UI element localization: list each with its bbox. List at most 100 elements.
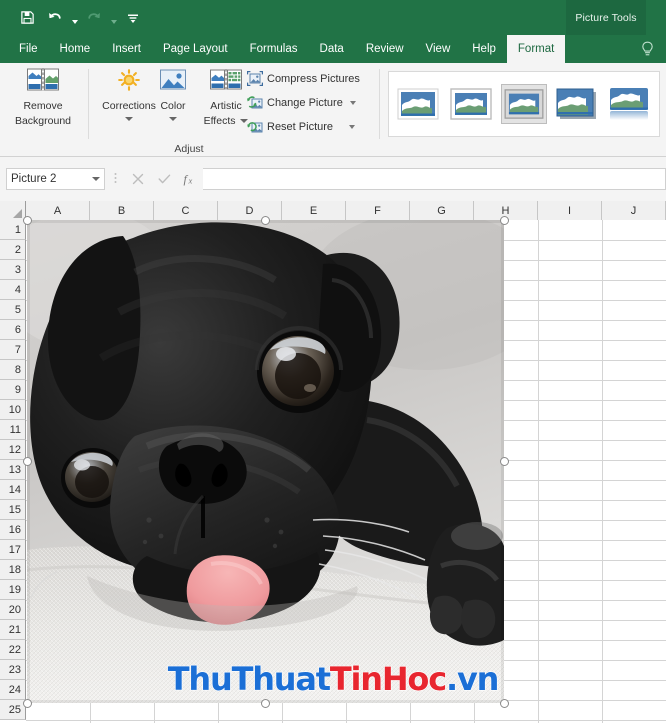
row-header-18[interactable]: 18 — [0, 560, 26, 580]
ribbon-tab-label: Page Layout — [162, 43, 228, 55]
name-box-dropdown-icon[interactable] — [92, 177, 100, 181]
undo-dropdown-icon[interactable] — [70, 5, 79, 31]
ribbon-tab-format[interactable]: Format — [506, 35, 566, 63]
picture-handle-top-left[interactable] — [22, 215, 32, 225]
row-header-14[interactable]: 14 — [0, 480, 26, 500]
tell-me-lightbulb-icon[interactable] — [632, 35, 662, 63]
picture-handle-top-right[interactable] — [499, 215, 509, 225]
select-all-corner[interactable] — [0, 201, 26, 220]
worksheet-grid[interactable]: ABCDEFGHIJ 1 2 3 4 5 6 7 8 9 10 11 12 13 14 15 16 17 18 19… — [0, 201, 666, 723]
row-header-7[interactable]: 7 — [0, 340, 26, 360]
ribbon-tab-view[interactable]: View — [415, 35, 462, 63]
ribbon-tab-label: Help — [472, 43, 496, 55]
row-header-2[interactable]: 2 — [0, 240, 26, 260]
confirm-check-icon[interactable] — [151, 168, 177, 190]
picture-style-simple-frame-white[interactable] — [395, 84, 440, 124]
ribbon-tab-review[interactable]: Review — [355, 35, 415, 63]
row-header-20[interactable]: 20 — [0, 600, 26, 620]
picture-handle-bottom-center[interactable] — [261, 698, 270, 708]
row-header-23[interactable]: 23 — [0, 660, 26, 680]
title-bar: Picture Tools — [0, 0, 666, 35]
picture-handle-bottom-right[interactable] — [499, 698, 509, 708]
row-header-22[interactable]: 22 — [0, 640, 26, 660]
row-header-8[interactable]: 8 — [0, 360, 26, 380]
row-header-3[interactable]: 3 — [0, 260, 26, 280]
row-header-5[interactable]: 5 — [0, 300, 26, 320]
picture-handle-middle-right[interactable] — [499, 457, 509, 466]
artistic-effects-button[interactable]: Artistic Effects — [198, 67, 254, 127]
column-header-C[interactable]: C — [154, 201, 218, 220]
compress-pictures-button[interactable]: Compress Pictures — [247, 71, 360, 87]
customize-qat-icon[interactable] — [120, 5, 146, 31]
row-header-1[interactable]: 1 — [0, 220, 26, 240]
column-header-F[interactable]: F — [346, 201, 410, 220]
excel-window: Picture Tools File Home Insert Page Layout F… — [0, 0, 666, 723]
column-header-I[interactable]: I — [538, 201, 602, 220]
column-header-B[interactable]: B — [90, 201, 154, 220]
redo-icon — [81, 5, 107, 31]
compress-pictures-icon — [247, 71, 263, 86]
picture-object[interactable] — [27, 220, 504, 703]
column-header-E[interactable]: E — [282, 201, 346, 220]
row-header-17[interactable]: 17 — [0, 540, 26, 560]
artistic-effects-label-1: Artistic — [210, 100, 242, 112]
row-header-13[interactable]: 13 — [0, 460, 26, 480]
name-box[interactable]: Picture 2 — [6, 168, 105, 190]
ribbon-divider — [88, 69, 89, 139]
ribbon-tab-insert[interactable]: Insert — [101, 35, 152, 63]
ribbon-body: Remove Background Corrections Color Arti… — [0, 63, 666, 157]
column-header-G[interactable]: G — [410, 201, 474, 220]
reset-picture-label: Reset Picture — [267, 121, 334, 133]
grid-vline — [602, 220, 603, 723]
row-header-10[interactable]: 10 — [0, 400, 26, 420]
ribbon-tab-label: Review — [365, 43, 404, 55]
change-picture-dropdown-icon[interactable] — [349, 101, 356, 105]
cancel-x-icon[interactable] — [125, 168, 151, 190]
row-header-16[interactable]: 16 — [0, 520, 26, 540]
fx-icon[interactable]: f x — [177, 168, 203, 190]
picture-style-drop-shadow-rectangle[interactable] — [555, 84, 600, 124]
picture-handle-top-center[interactable] — [261, 215, 270, 225]
picture-handle-middle-left[interactable] — [22, 457, 32, 466]
column-header-D[interactable]: D — [218, 201, 282, 220]
formula-bar-grip[interactable] — [105, 168, 125, 190]
column-headers[interactable]: ABCDEFGHIJ — [0, 201, 666, 220]
picture-handle-bottom-left[interactable] — [22, 698, 32, 708]
row-header-4[interactable]: 4 — [0, 280, 26, 300]
row-header-11[interactable]: 11 — [0, 420, 26, 440]
color-button[interactable]: Color — [146, 67, 200, 124]
row-header-9[interactable]: 9 — [0, 380, 26, 400]
ribbon-tab-file[interactable]: File — [8, 35, 49, 63]
picture-style-metal-frame[interactable] — [501, 84, 547, 124]
ribbon-tab-home[interactable]: Home — [49, 35, 102, 63]
row-header-15[interactable]: 15 — [0, 500, 26, 520]
ribbon-tab-data[interactable]: Data — [309, 35, 355, 63]
remove-background-button[interactable]: Remove Background — [6, 67, 80, 127]
change-picture-button[interactable]: Change Picture — [247, 95, 356, 111]
remove-background-label-2: Background — [14, 115, 72, 127]
column-header-A[interactable]: A — [26, 201, 90, 220]
column-header-J[interactable]: J — [602, 201, 666, 220]
remove-background-label-1: Remove — [23, 100, 63, 112]
row-header-21[interactable]: 21 — [0, 620, 26, 640]
row-header-19[interactable]: 19 — [0, 580, 26, 600]
row-header-6[interactable]: 6 — [0, 320, 26, 340]
color-dropdown-icon[interactable] — [169, 112, 177, 124]
picture-styles-gallery[interactable] — [388, 71, 660, 137]
grid-hline — [26, 720, 666, 721]
picture-style-beveled-matte-white[interactable] — [448, 84, 493, 124]
formula-input[interactable] — [203, 168, 666, 190]
save-icon[interactable] — [14, 5, 40, 31]
picture-style-reflected-rounded-rectangle[interactable] — [608, 84, 653, 124]
reset-picture-button[interactable]: Reset Picture — [247, 119, 356, 135]
remove-background-icon — [27, 68, 59, 91]
ribbon-tab-help[interactable]: Help — [461, 35, 507, 63]
row-header-24[interactable]: 24 — [0, 680, 26, 700]
ribbon-tab-formulas[interactable]: Formulas — [239, 35, 309, 63]
row-header-12[interactable]: 12 — [0, 440, 26, 460]
undo-icon[interactable] — [42, 5, 68, 31]
reset-picture-dropdown-icon[interactable] — [349, 125, 356, 129]
ribbon-tab-label: File — [19, 43, 38, 55]
ribbon-tab-page-layout[interactable]: Page Layout — [152, 35, 239, 63]
corrections-dropdown-icon[interactable] — [125, 112, 133, 124]
